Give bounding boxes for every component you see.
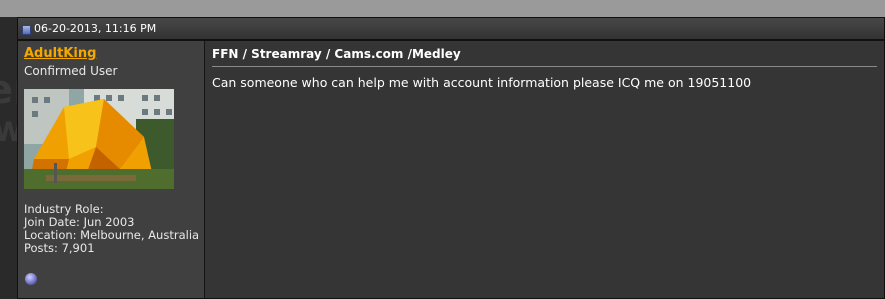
post-message: FFN / Streamray / Cams.com /Medley Can s… [205,41,884,298]
forum-post: 06-20-2013, 11:16 PM AdultKing Confirmed… [17,17,885,299]
post-date: 06-20-2013, 11:16 PM [34,22,157,35]
title-divider [212,66,877,67]
user-title: Confirmed User [24,64,118,78]
username-link[interactable]: AdultKing [24,46,96,61]
post-document-icon [22,25,31,35]
online-status-icon [25,273,37,285]
user-details: Industry Role: Join Date: Jun 2003 Locat… [24,203,199,255]
avatar[interactable] [24,89,174,189]
top-bar [0,0,885,17]
post-count: Posts: 7,901 [24,241,95,255]
page-background-left: er w [0,0,33,299]
post-body: Can someone who can help me with account… [212,75,752,90]
post-header: 06-20-2013, 11:16 PM [18,18,884,41]
user-info-panel: AdultKing Confirmed User Industry Role: … [18,41,205,298]
post-title: FFN / Streamray / Cams.com /Medley [212,47,461,61]
